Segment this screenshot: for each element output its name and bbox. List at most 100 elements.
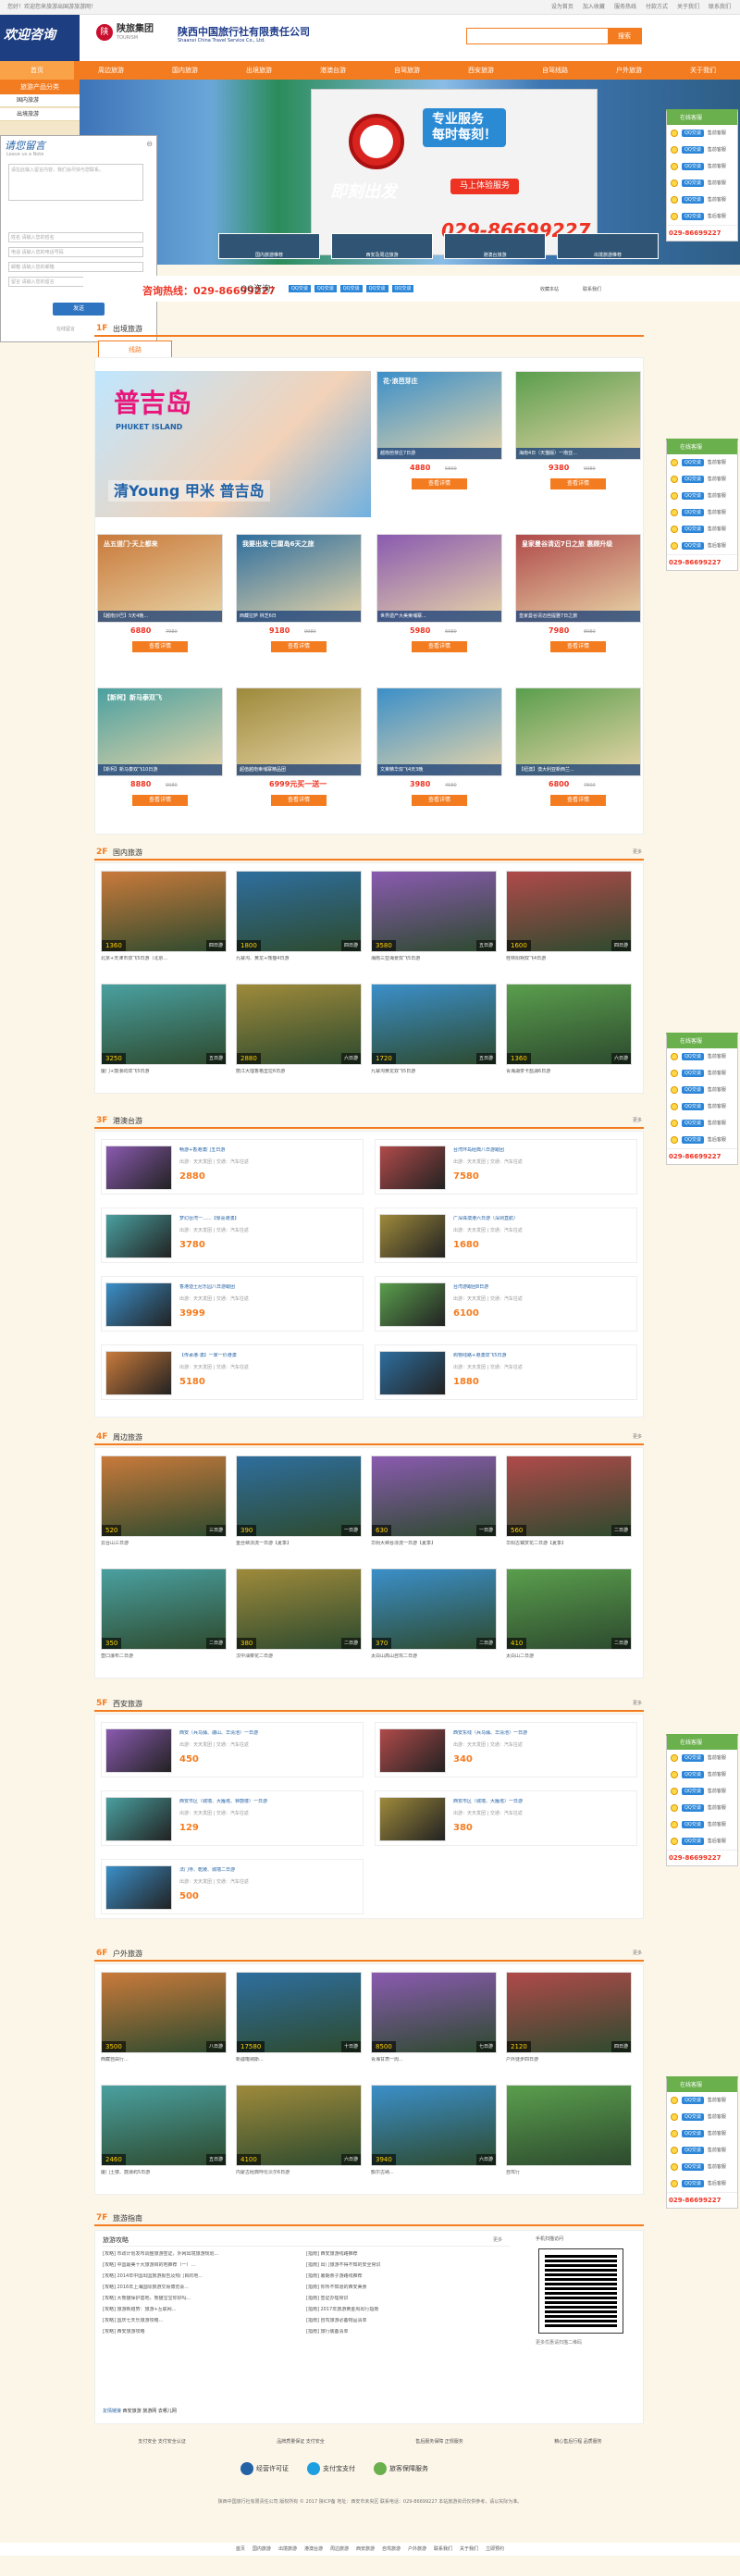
guide-link[interactable]: [攻略] 2014年中国出国旅游报告及热门目的地... <box>103 2273 297 2285</box>
name-field[interactable]: 姓名 请输入您的姓名 <box>8 232 143 242</box>
cs-row[interactable]: QQ交谈 售前客服 <box>667 521 737 538</box>
qq-chat-button[interactable]: QQ交谈 <box>682 1070 704 1077</box>
tour-image[interactable]: 380 二日游 <box>236 1568 362 1650</box>
cs-row[interactable]: QQ交谈 售后客服 <box>667 2175 737 2192</box>
view-details-button[interactable]: 查看详情 <box>132 641 188 652</box>
qq-chat-button[interactable]: QQ交谈 <box>682 1754 704 1762</box>
tour-thumb[interactable] <box>379 1351 446 1395</box>
cs-row[interactable]: QQ交谈 售前客服 <box>667 1048 737 1065</box>
tour-name[interactable]: 台湾环岛经典八日游跟团 <box>453 1147 620 1153</box>
tour-image[interactable]: 370 二日游 <box>371 1568 497 1650</box>
cs-row[interactable]: QQ交谈 售前客服 <box>667 1800 737 1816</box>
tour-caption[interactable]: 壶口瀑布二日游 <box>101 1653 227 1659</box>
qq-chat-button[interactable]: QQ交谈 <box>314 285 337 292</box>
tour-image[interactable]: 390 一日游 <box>236 1455 362 1537</box>
tour-caption[interactable]: 海南三亚海景双飞5日游 <box>371 956 497 961</box>
qq-chat-button[interactable]: QQ交谈 <box>682 2097 704 2104</box>
qq-chat-button[interactable]: QQ交谈 <box>682 1086 704 1094</box>
qq-chat-button[interactable]: QQ交谈 <box>682 163 704 170</box>
guide-link[interactable]: [指南] 你所不知道的西安美食 <box>306 2285 500 2296</box>
cs-row[interactable]: QQ交谈 售后客服 <box>667 538 737 554</box>
tour-image[interactable]: 3580 五日游 <box>371 871 497 952</box>
route-image[interactable]: 超值越南柬埔寨精品团 <box>236 687 362 776</box>
tour-thumb[interactable] <box>379 1797 446 1841</box>
view-details-button[interactable]: 查看详情 <box>412 795 467 806</box>
featured-promo[interactable]: 普吉岛 PHUKET ISLAND 清Young 甲米 普吉岛 <box>95 371 371 517</box>
top-link[interactable]: 加入收藏 <box>583 4 605 10</box>
view-details-button[interactable]: 查看详情 <box>550 795 606 806</box>
tour-image[interactable]: 4100 六日游 <box>236 2085 362 2166</box>
tour-caption[interactable]: 青海湖茶卡盐湖6日游 <box>506 1069 632 1074</box>
guide-link[interactable]: [攻略] 大熊猫保护基地，熊猫宝宝你好吗... <box>103 2296 297 2307</box>
friend-link[interactable]: 旅游网 <box>142 2409 156 2414</box>
qq-chat-button[interactable]: QQ交谈 <box>682 213 704 220</box>
tour-list-item[interactable]: 【传承港·澳】一家一价港澳 出游：天天发团 | 交通：汽车往返 5180 <box>101 1344 364 1400</box>
tour-caption[interactable]: 九寨沟、黄龙+熊猫4日游 <box>236 956 362 961</box>
category-item[interactable]: 国内旅游 <box>0 94 80 107</box>
view-details-button[interactable]: 查看详情 <box>132 795 188 806</box>
nav-item[interactable]: 周边旅游 <box>74 61 148 80</box>
more-link[interactable]: 更多 <box>633 1118 642 1123</box>
view-details-button[interactable]: 查看详情 <box>550 478 606 489</box>
more-link[interactable]: 更多 <box>633 849 642 855</box>
floor-title[interactable]: 港澳台游 <box>113 1117 142 1126</box>
qq-chat-button[interactable]: QQ交谈 <box>682 1103 704 1110</box>
guide-link[interactable]: [指南] 暑期亲子游路线推荐 <box>306 2273 500 2285</box>
tour-caption[interactable]: 额尔古纳... <box>371 2170 497 2175</box>
footer-nav-link[interactable]: 周边旅游 <box>330 2546 349 2552</box>
footer-link[interactable]: 品牌质量保证 支付安全 <box>277 2439 325 2454</box>
tour-name[interactable]: 【传承港·澳】一家一价港澳 <box>179 1353 346 1358</box>
qq-chat-button[interactable]: QQ交谈 <box>682 459 704 466</box>
cs-row[interactable]: QQ交谈 售前客服 <box>667 1766 737 1783</box>
guide-link[interactable]: [攻略] 旅游新趋势：旅游+互联网... <box>103 2307 297 2318</box>
guide-link[interactable]: [指南] 旅行装备清单 <box>306 2329 500 2340</box>
view-details-button[interactable]: 查看详情 <box>412 641 467 652</box>
qq-chat-button[interactable]: QQ交谈 <box>682 526 704 533</box>
footer-nav-link[interactable]: 出境旅游 <box>278 2546 297 2552</box>
phone-field[interactable]: 电话 请输入您的电话号码 <box>8 247 143 257</box>
tour-image[interactable]: 1600 四日游 <box>506 871 632 952</box>
cs-row[interactable]: QQ交谈 售后客服 <box>667 1833 737 1850</box>
tour-thumb[interactable] <box>379 1282 446 1327</box>
guide-link[interactable]: [攻略] 中国最美十大旅游目的地推荐（一）... <box>103 2262 297 2273</box>
cs-row[interactable]: QQ交谈 售前客服 <box>667 1082 737 1098</box>
top-link[interactable]: 服务热线 <box>614 4 636 10</box>
nav-item[interactable]: 港澳台游 <box>296 61 370 80</box>
route-image[interactable]: 【纽澳】澳大利亚新西兰... <box>515 687 641 776</box>
tour-image[interactable]: 1360 六日游 <box>506 984 632 1065</box>
cs-row[interactable]: QQ交谈 售前客服 <box>667 1115 737 1132</box>
qq-chat-button[interactable]: QQ交谈 <box>682 476 704 483</box>
tour-name[interactable]: 畅游+香港澳门五日游 <box>179 1147 346 1153</box>
route-image[interactable]: 文莱精华双飞4天3晚 <box>376 687 502 776</box>
nav-item[interactable]: 出境旅游 <box>222 61 296 80</box>
tab-route[interactable]: 线路 <box>98 341 172 357</box>
email-field[interactable]: 邮箱 请输入您的邮箱 <box>8 262 143 272</box>
corner-logo[interactable]: 欢迎咨询 <box>0 15 80 61</box>
tour-image[interactable]: 3250 五日游 <box>101 984 227 1065</box>
tour-list-item[interactable]: 法门寺、乾陵、城墙二日游 出游：天天发团 | 交通：汽车往返 500 <box>101 1859 364 1914</box>
qq-chat-button[interactable]: QQ交谈 <box>682 492 704 500</box>
more-link[interactable]: 更多 <box>633 1701 642 1706</box>
cs-row[interactable]: QQ交谈 售前客服 <box>667 1098 737 1115</box>
tour-image[interactable] <box>506 2085 632 2166</box>
banner-cta-button[interactable]: 马上体验服务 <box>450 179 520 194</box>
banner-thumb[interactable]: 国内旅游推荐 <box>218 233 320 259</box>
footer-link[interactable]: 支付安全 支付安全认证 <box>138 2439 186 2454</box>
tour-image[interactable]: 1360 四日游 <box>101 871 227 952</box>
tour-name[interactable]: 西安（兵马俑、骊山、华清池）一日游 <box>179 1730 346 1736</box>
qq-chat-button[interactable]: QQ交谈 <box>682 1821 704 1828</box>
guide-link[interactable]: [攻略] 2016年上海国际旅游交易博览会... <box>103 2285 297 2296</box>
floor-title[interactable]: 旅游指南 <box>113 2214 142 2223</box>
tour-thumb[interactable] <box>105 1351 172 1395</box>
tour-name[interactable]: 法门寺、乾陵、城墙二日游 <box>179 1867 346 1873</box>
top-link[interactable]: 联系我们 <box>709 4 731 10</box>
tour-caption[interactable]: 北京+天津市双飞5日游（北京... <box>101 956 227 961</box>
tour-image[interactable]: 3500 八日游 <box>101 1972 227 2053</box>
guide-link[interactable]: [攻略] 国庆七天乐旅游攻略... <box>103 2318 297 2329</box>
tour-list-item[interactable]: 香港迪士尼乐园八日游跟团 出游：天天发团 | 交通：汽车往返 3999 <box>101 1276 364 1331</box>
qq-chat-button[interactable]: QQ交谈 <box>682 2163 704 2171</box>
cs-row[interactable]: QQ交谈 售前客服 <box>667 471 737 488</box>
tour-caption[interactable]: 厦门+鼓浪屿双飞5日游 <box>101 1069 227 1074</box>
view-details-button[interactable]: 查看详情 <box>412 478 467 489</box>
tour-list-item[interactable]: 西安东线（兵马俑、华清池）一日游 出游：天天发团 | 交通：汽车往返 340 <box>375 1722 637 1777</box>
